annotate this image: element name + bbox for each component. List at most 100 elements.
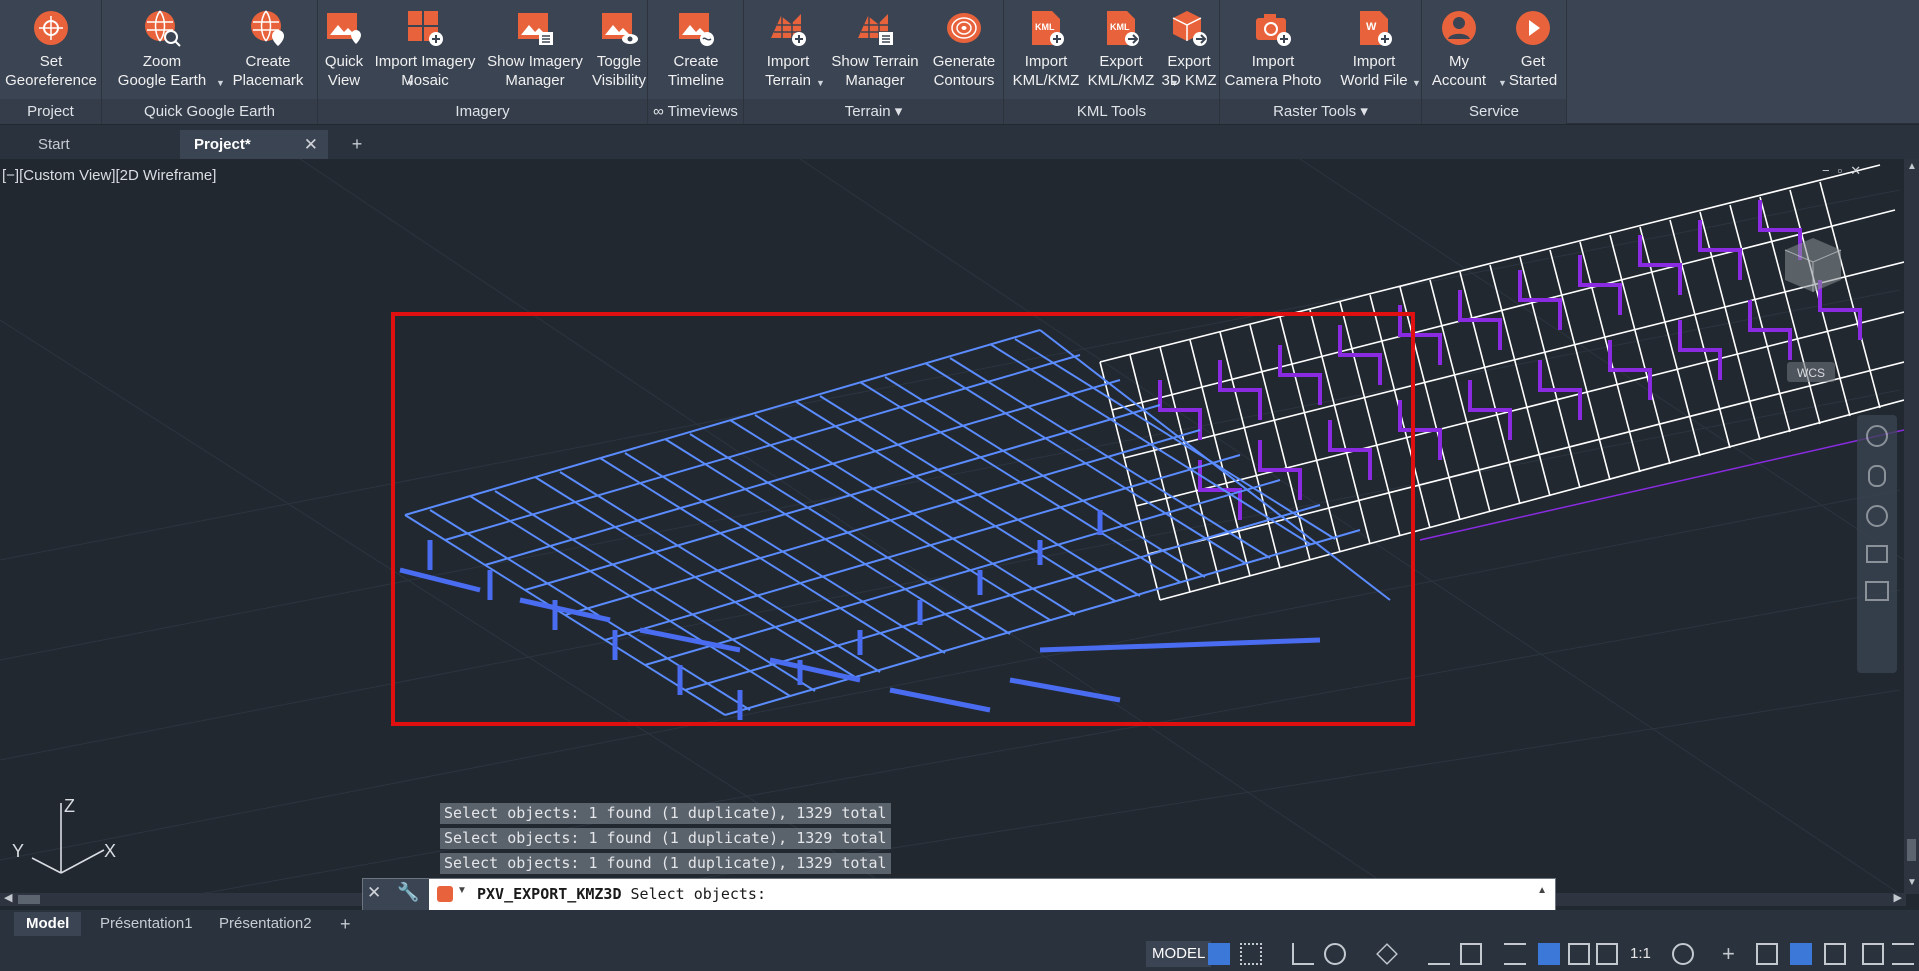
- close-icon[interactable]: ✕: [367, 883, 381, 903]
- showmotion-icon[interactable]: [1865, 581, 1889, 601]
- command-prompt-text: Select objects:: [630, 885, 766, 903]
- panel-project: Set Georeference Project: [0, 0, 102, 124]
- fullscreen-icon[interactable]: [1862, 943, 1884, 965]
- osnap-icon[interactable]: [1376, 943, 1398, 965]
- globe-placemark-icon: [251, 10, 284, 46]
- annotation-scale[interactable]: 1:1: [1630, 945, 1651, 962]
- plus-icon[interactable]: +: [1722, 943, 1744, 965]
- import-camera-photo-button[interactable]: Import Camera Photo: [1220, 4, 1326, 96]
- selection-cycling-icon[interactable]: [1460, 943, 1482, 965]
- panel-kml-tools: KML Import KML/KMZ KML Export KML/KMZ Ex…: [1004, 0, 1220, 124]
- arrow-up-icon[interactable]: ▲: [1907, 161, 1917, 172]
- create-timeline-button[interactable]: Create Timeline: [648, 4, 744, 96]
- show-imagery-manager-button[interactable]: Show Imagery Manager: [480, 4, 590, 96]
- axis-label-z: Z: [64, 796, 75, 816]
- snap-icon[interactable]: [1240, 943, 1262, 965]
- svg-text:W: W: [1366, 21, 1377, 33]
- hamburger-menu-icon[interactable]: [1892, 943, 1914, 965]
- svg-text:KML: KML: [1110, 22, 1130, 32]
- tab-model[interactable]: Model: [14, 912, 82, 936]
- terrain-manager-icon: [858, 14, 893, 45]
- export-kml-kmz-button[interactable]: KML Export KML/KMZ: [1084, 4, 1158, 96]
- annotation-scale-icon[interactable]: [1596, 943, 1618, 965]
- otrack-icon[interactable]: [1428, 943, 1450, 965]
- tab-project[interactable]: Project* ✕: [180, 130, 328, 159]
- panel-label[interactable]: Raster Tools ▾: [1220, 99, 1421, 124]
- chevron-down-icon[interactable]: ▼: [457, 885, 467, 896]
- timeline-icon: [679, 13, 714, 46]
- selected-structure[interactable]: [404, 329, 1391, 716]
- arrow-left-icon[interactable]: ◀: [4, 891, 12, 904]
- drawing-viewport[interactable]: WCS Z Y X [−][Custom View][2D Wireframe]…: [0, 159, 1919, 894]
- wcs-label: WCS: [1797, 366, 1825, 380]
- autoscale-icon[interactable]: [1568, 943, 1590, 965]
- show-terrain-manager-button[interactable]: Show Terrain Manager: [826, 4, 924, 96]
- tab-layout1[interactable]: Présentation1: [88, 912, 205, 936]
- model-space-button[interactable]: MODEL: [1146, 941, 1212, 967]
- user-icon: [1442, 11, 1476, 45]
- panel-label[interactable]: Terrain ▾: [744, 99, 1003, 124]
- command-line[interactable]: ✕ 🔧 ▼ PXV_EXPORT_KMZ3D Select objects: ▲: [362, 878, 1556, 911]
- camera-icon: [1256, 14, 1291, 46]
- get-started-button[interactable]: Get Started: [1502, 4, 1564, 96]
- drawing-canvas[interactable]: WCS Z Y X: [0, 159, 1904, 894]
- chevron-down-icon: ▼: [1412, 78, 1421, 88]
- orbit-icon[interactable]: [1866, 545, 1888, 563]
- play-icon: [1516, 11, 1550, 45]
- vertical-scrollbar[interactable]: ▲ ▼: [1904, 159, 1919, 894]
- close-icon[interactable]: ✕: [304, 130, 318, 159]
- panel-label[interactable]: ∞ Timeviews: [648, 99, 743, 124]
- clean-screen-icon[interactable]: [1824, 943, 1846, 965]
- import-terrain-button[interactable]: Import Terrain ▼: [750, 4, 826, 96]
- command-prompt: PXV_EXPORT_KMZ3D Select objects:: [477, 879, 766, 910]
- quick-view-button[interactable]: Quick View: [318, 4, 370, 96]
- new-tab-button[interactable]: +: [340, 130, 374, 159]
- annotation-visibility-icon[interactable]: [1538, 943, 1560, 965]
- arrow-right-icon[interactable]: ▶: [1894, 891, 1902, 904]
- contours-icon: [947, 13, 981, 43]
- navigation-bar[interactable]: [1857, 415, 1897, 673]
- generate-contours-button[interactable]: Generate Contours ▼: [924, 4, 1179, 96]
- lineweight-icon[interactable]: [1504, 943, 1526, 965]
- globe-zoom-icon: [145, 10, 181, 47]
- gear-icon[interactable]: [1672, 943, 1694, 965]
- arrow-down-icon[interactable]: ▼: [1907, 877, 1917, 888]
- set-georeference-button[interactable]: Set Georeference: [2, 4, 100, 96]
- import-kml-kmz-button[interactable]: KML Import KML/KMZ: [1006, 4, 1086, 96]
- axis-label-x: X: [104, 841, 116, 861]
- tab-start[interactable]: Start: [24, 130, 178, 159]
- polar-icon[interactable]: [1324, 943, 1346, 965]
- scroll-thumb[interactable]: [18, 895, 40, 904]
- isolate-icon[interactable]: [1756, 943, 1778, 965]
- selected-supports[interactable]: [399, 510, 1321, 720]
- create-placemark-button[interactable]: Create Placemark ▼: [220, 4, 415, 96]
- hardware-acceleration-icon[interactable]: [1790, 943, 1812, 965]
- command-history-line: Select objects: 1 found (1 duplicate), 1…: [440, 803, 891, 824]
- tab-layout2[interactable]: Présentation2: [207, 912, 324, 936]
- command-history-line: Select objects: 1 found (1 duplicate), 1…: [440, 828, 891, 849]
- zoom-icon[interactable]: [1866, 505, 1888, 527]
- steering-wheel-icon[interactable]: [1866, 425, 1888, 447]
- zoom-google-earth-button[interactable]: Zoom Google Earth ▼: [110, 4, 225, 96]
- toggle-visibility-button[interactable]: Toggle Visibility: [590, 4, 648, 96]
- import-world-file-button[interactable]: W Import World File ▼: [1326, 4, 1422, 96]
- import-imagery-mosaic-button[interactable]: Import Imagery Mosaic: [370, 4, 480, 96]
- viewport-controls-label[interactable]: [−][Custom View][2D Wireframe]: [2, 167, 216, 184]
- chevron-up-icon[interactable]: ▲: [1537, 885, 1547, 896]
- panel-timeviews: Create Timeline ∞ Timeviews: [648, 0, 744, 124]
- wrench-icon[interactable]: 🔧: [397, 882, 419, 903]
- panel-label: KML Tools: [1004, 99, 1219, 124]
- viewport-window-controls[interactable]: −▫✕: [1822, 163, 1869, 179]
- new-layout-button[interactable]: +: [328, 912, 363, 936]
- command-line-controls: ✕ 🔧: [363, 879, 429, 910]
- panel-service: My Account ▼ Get Started Service: [1422, 0, 1567, 124]
- export-3d-kmz-button[interactable]: Export 3D KMZ: [1158, 4, 1220, 96]
- panel-label: Project: [0, 99, 101, 124]
- scroll-thumb[interactable]: [1907, 839, 1916, 861]
- grid-icon[interactable]: [1208, 943, 1230, 965]
- image-eye-icon: [602, 13, 638, 44]
- viewcube[interactable]: [1784, 238, 1842, 292]
- ortho-icon[interactable]: [1292, 943, 1314, 965]
- my-account-button[interactable]: My Account ▼: [1424, 4, 1507, 96]
- pan-icon[interactable]: [1868, 465, 1886, 487]
